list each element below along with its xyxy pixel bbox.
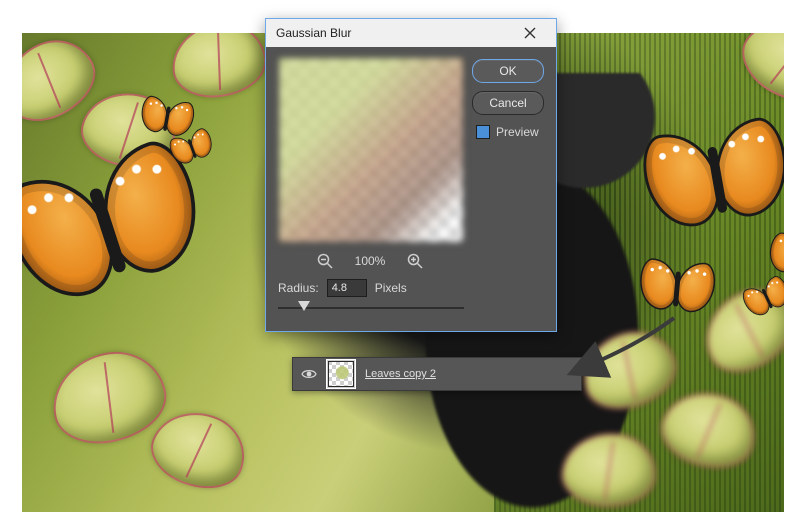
zoom-in-button[interactable] [405,251,425,271]
close-button[interactable] [510,21,550,45]
radius-input[interactable] [327,279,367,297]
slider-thumb[interactable] [298,301,310,311]
radius-slider[interactable] [278,299,464,317]
layer-visibility-toggle[interactable] [301,366,317,382]
zoom-out-button[interactable] [315,251,335,271]
cancel-button[interactable]: Cancel [472,91,544,115]
gaussian-blur-dialog: Gaussian Blur 100% [265,18,557,332]
ok-button[interactable]: OK [472,59,544,83]
dialog-title: Gaussian Blur [276,26,351,40]
close-icon [524,27,536,39]
leaf [169,33,269,101]
layer-row[interactable]: Leaves copy 2 [292,357,582,391]
filter-preview[interactable] [278,57,464,243]
radius-unit: Pixels [375,281,407,295]
zoom-in-icon [407,253,423,269]
butterfly [637,257,717,318]
radius-label: Radius: [278,281,319,295]
zoom-out-icon [317,253,333,269]
layer-thumbnail[interactable] [327,360,355,388]
eye-icon [301,366,317,382]
layer-name[interactable]: Leaves copy 2 [365,368,436,380]
preview-checkbox[interactable] [476,125,490,139]
dialog-body: 100% Radius: Pixels [266,47,556,331]
dialog-titlebar[interactable]: Gaussian Blur [266,19,556,47]
screenshot-stage: Gaussian Blur 100% [0,0,800,522]
zoom-level: 100% [355,254,386,268]
preview-checkbox-label: Preview [496,125,539,139]
